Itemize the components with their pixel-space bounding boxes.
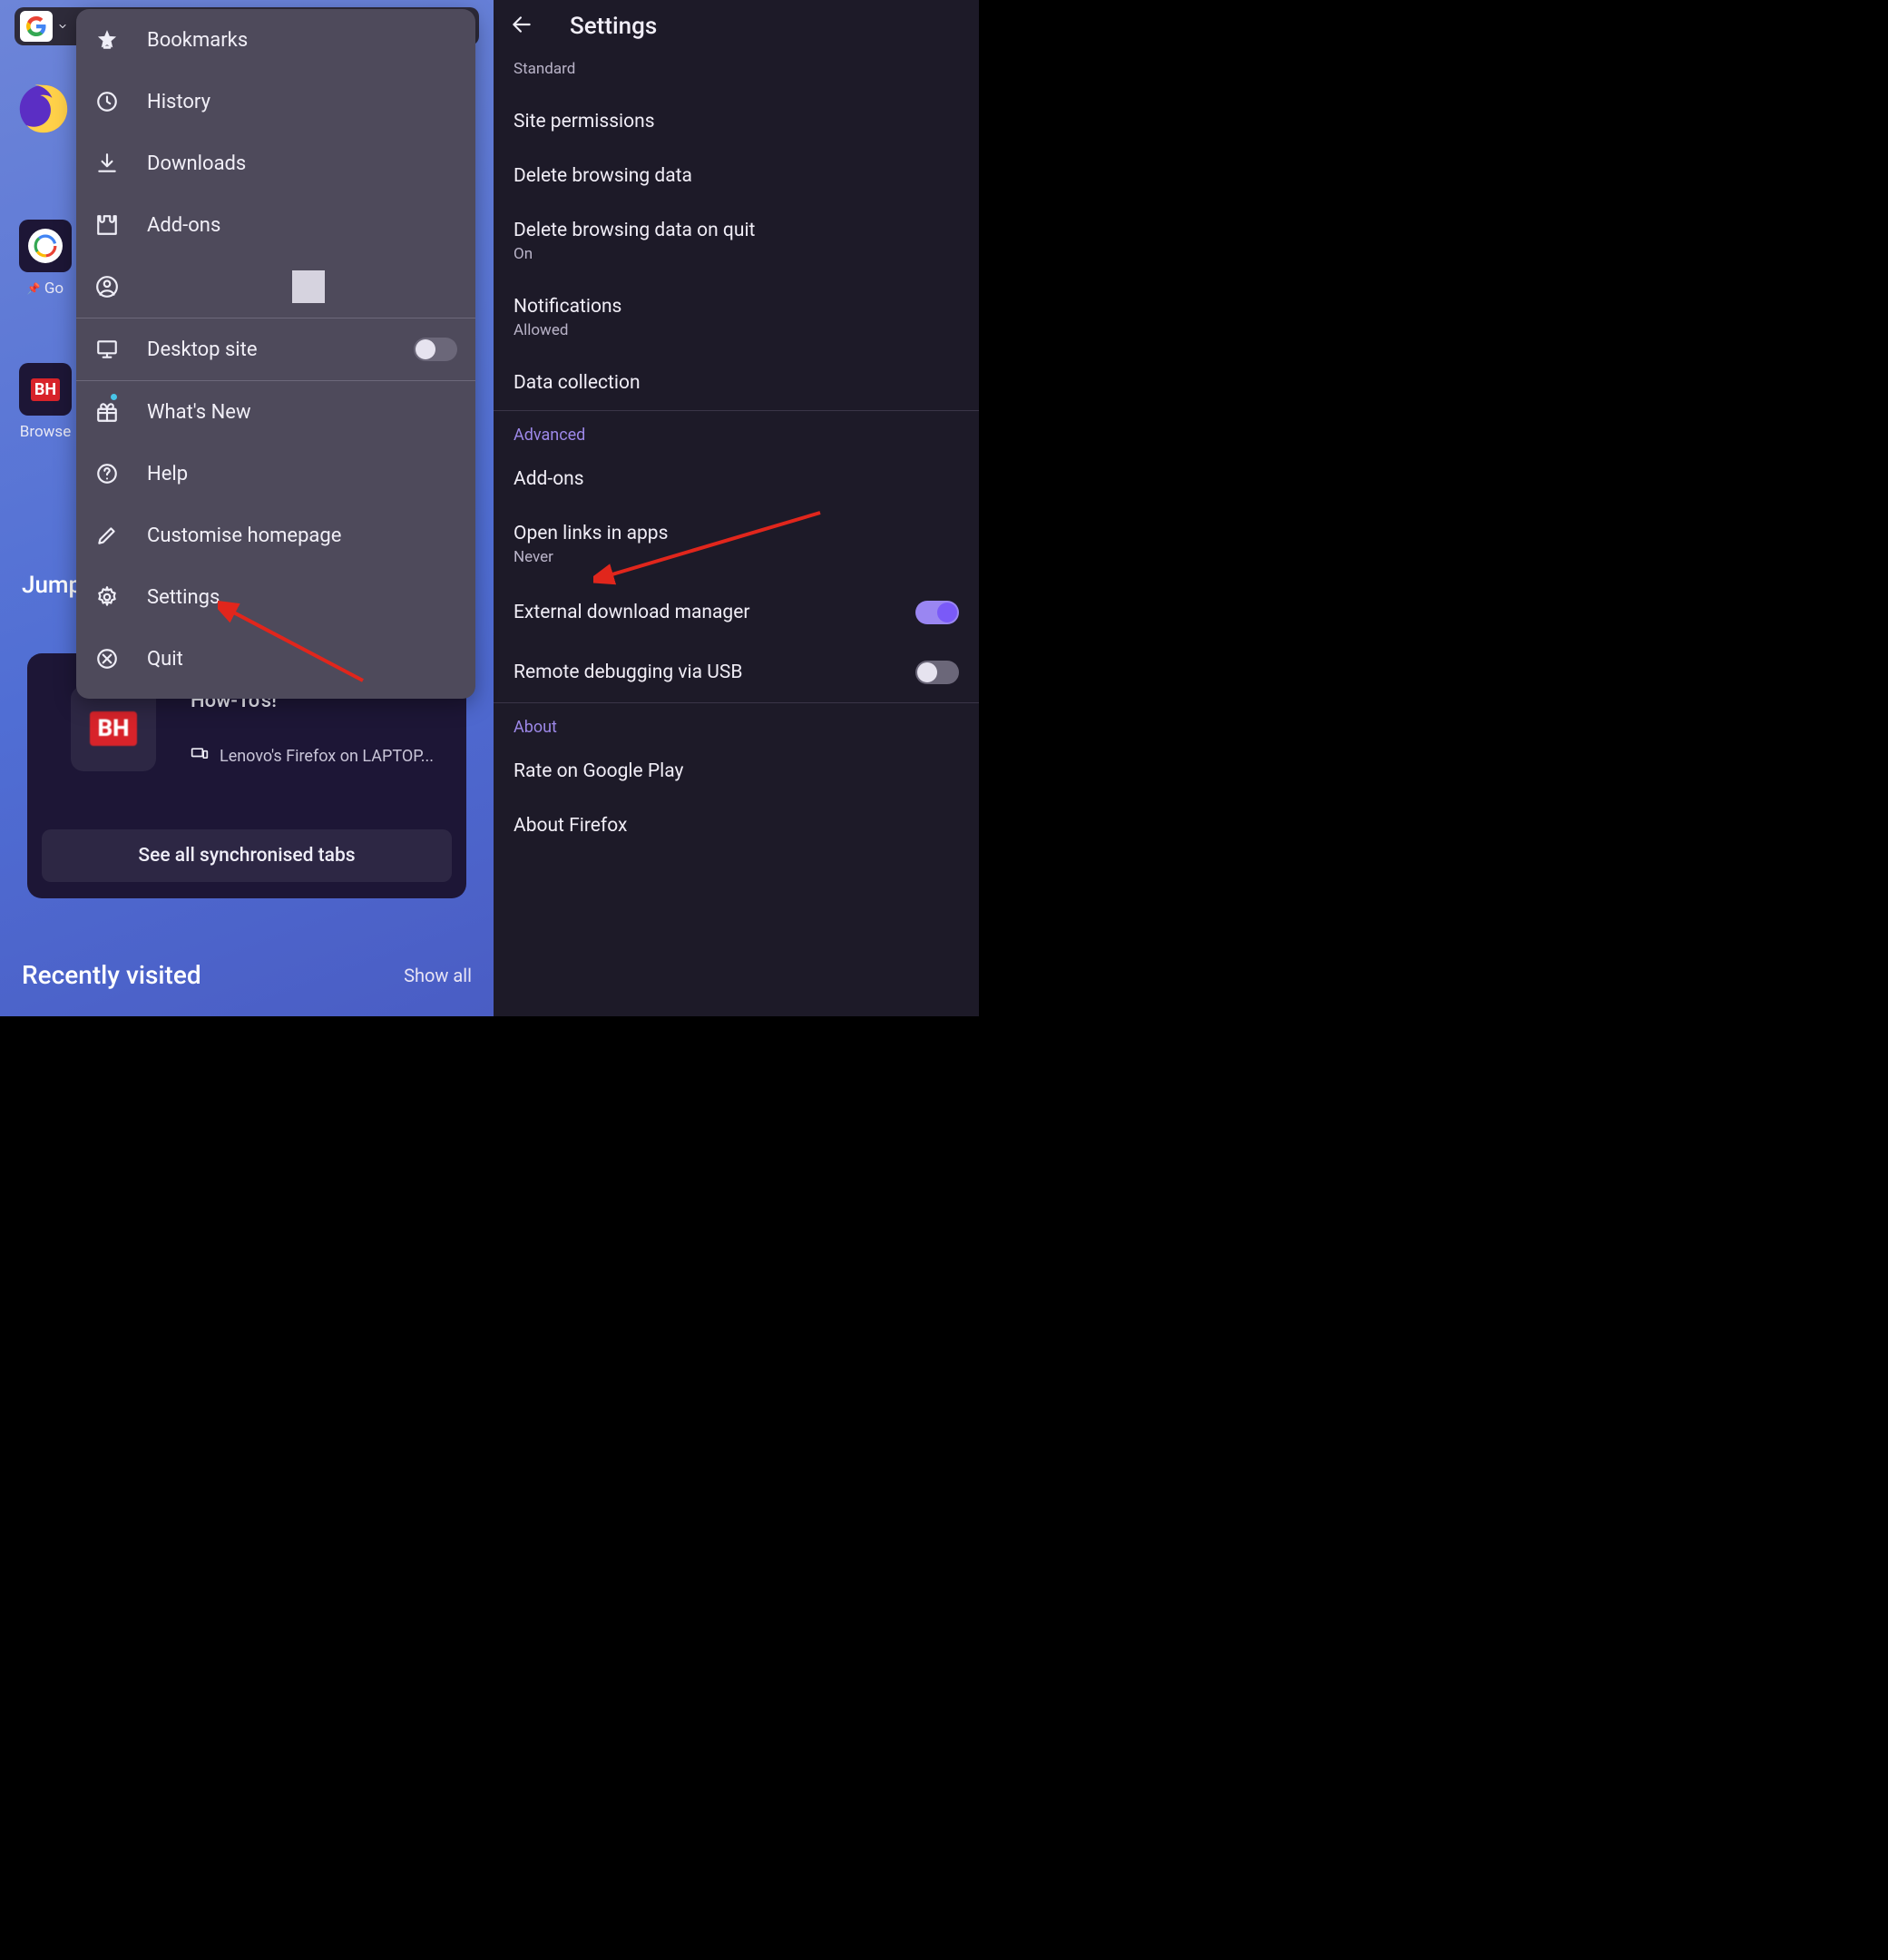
new-indicator-dot	[111, 394, 117, 400]
setting-open-links-in-apps[interactable]: Open links in apps Never	[494, 506, 979, 583]
settings-screen: Settings Standard Site permissions Delet…	[494, 0, 979, 1016]
menu-label: What's New	[147, 401, 457, 424]
recently-visited-heading: Recently visited	[22, 960, 201, 990]
top-site-bh[interactable]: BH Browse	[18, 363, 73, 441]
chevron-down-icon[interactable]	[54, 11, 71, 42]
account-blank-placeholder	[292, 270, 325, 303]
help-icon	[94, 461, 120, 486]
puzzle-icon	[94, 212, 120, 238]
menu-label: Desktop site	[147, 338, 386, 361]
menu-account[interactable]	[76, 256, 475, 318]
home-screen-with-menu: 📌Go BH Browse Jump BH How-To's! Lenovo's…	[0, 0, 494, 1016]
menu-settings[interactable]: Settings	[76, 566, 475, 628]
section-advanced: Advanced	[494, 411, 979, 452]
clock-icon	[94, 89, 120, 114]
show-all-link[interactable]: Show all	[404, 965, 472, 986]
menu-label: Settings	[147, 586, 457, 609]
setting-addons[interactable]: Add-ons	[494, 452, 979, 506]
brush-icon	[94, 523, 120, 548]
setting-about-firefox[interactable]: About Firefox	[494, 799, 979, 853]
setting-data-collection[interactable]: Data collection	[494, 356, 979, 410]
see-all-synced-tabs-button[interactable]: See all synchronised tabs	[42, 829, 452, 882]
menu-whats-new[interactable]: What's New	[76, 381, 475, 443]
tile-label: Go	[44, 279, 64, 298]
page-title: Settings	[570, 13, 657, 40]
menu-history[interactable]: History	[76, 71, 475, 132]
pin-icon: 📌	[27, 282, 41, 295]
menu-desktop-site[interactable]: Desktop site	[76, 318, 475, 380]
back-arrow-icon[interactable]	[510, 13, 533, 40]
devices-icon	[191, 745, 209, 768]
menu-label: Bookmarks	[147, 29, 457, 52]
menu-label: Help	[147, 463, 457, 485]
menu-label: Quit	[147, 648, 457, 671]
setting-sub: Standard	[514, 60, 959, 78]
setting-remote-debugging[interactable]: Remote debugging via USB	[494, 642, 979, 702]
favicon-bh: BH	[71, 686, 156, 771]
setting-site-permissions[interactable]: Site permissions	[494, 94, 979, 149]
menu-bookmarks[interactable]: Bookmarks	[76, 9, 475, 71]
jump-back-in-heading: Jump	[22, 572, 82, 599]
synced-device-name: Lenovo's Firefox on LAPTOP...	[220, 747, 434, 766]
menu-label: Downloads	[147, 152, 457, 175]
top-site-google[interactable]: 📌Go	[18, 220, 73, 298]
top-sites: 📌Go	[18, 220, 73, 298]
gift-icon	[94, 399, 120, 425]
menu-customise-homepage[interactable]: Customise homepage	[76, 505, 475, 566]
toggle-remote-debugging[interactable]	[915, 661, 959, 684]
menu-help[interactable]: Help	[76, 443, 475, 505]
tile-label: Browse	[20, 423, 71, 441]
menu-downloads[interactable]: Downloads	[76, 132, 475, 194]
setting-delete-browsing-data[interactable]: Delete browsing data	[494, 149, 979, 203]
menu-label: Add-ons	[147, 214, 457, 237]
setting-rate-google-play[interactable]: Rate on Google Play	[494, 744, 979, 799]
desktop-site-toggle[interactable]	[414, 338, 457, 361]
close-circle-icon	[94, 646, 120, 671]
setting-external-download-manager[interactable]: External download manager	[494, 583, 979, 642]
toggle-ext-download-manager[interactable]	[915, 601, 959, 624]
account-icon	[94, 274, 120, 299]
setting-notifications[interactable]: Notifications Allowed	[494, 279, 979, 356]
setting-delete-on-quit[interactable]: Delete browsing data on quit On	[494, 203, 979, 279]
download-icon	[94, 151, 120, 176]
settings-app-bar: Settings	[494, 0, 979, 53]
overflow-menu: Bookmarks History Downloads Add-ons	[76, 9, 475, 699]
firefox-logo-icon	[16, 82, 71, 136]
menu-addons[interactable]: Add-ons	[76, 194, 475, 256]
menu-label: History	[147, 91, 457, 113]
menu-quit[interactable]: Quit	[76, 628, 475, 690]
star-icon	[94, 27, 120, 53]
section-about: About	[494, 703, 979, 744]
search-engine-google-icon[interactable]	[20, 11, 53, 42]
menu-label: Customise homepage	[147, 524, 457, 547]
desktop-icon	[94, 337, 120, 362]
gear-icon	[94, 584, 120, 610]
